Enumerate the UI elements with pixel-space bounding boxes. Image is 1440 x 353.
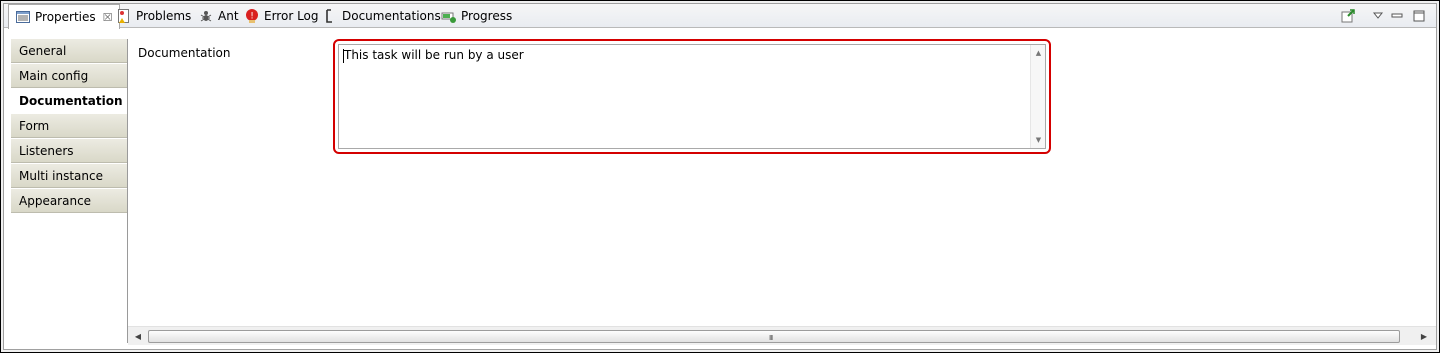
nav-item-label: Appearance — [19, 193, 92, 208]
horizontal-scrollbar[interactable]: ◀ III ▶ — [128, 326, 1436, 345]
pin-view-icon[interactable] — [1340, 8, 1356, 24]
scroll-right-arrow-icon[interactable]: ▶ — [1416, 327, 1432, 346]
nav-item-label: General — [19, 43, 67, 58]
tab-documentations[interactable]: Documentations — [322, 4, 441, 28]
scroll-left-arrow-icon[interactable]: ◀ — [130, 327, 146, 346]
documentation-label: Documentation — [138, 46, 231, 60]
documentations-icon — [322, 8, 338, 24]
maximize-icon[interactable] — [1411, 8, 1427, 24]
tab-label: Documentations — [342, 9, 441, 23]
nav-item-label: Documentation — [19, 93, 123, 108]
tab-label: Properties — [35, 10, 96, 24]
window-frame: Properties ☒ Problems Ant ! Error Log Do… — [0, 0, 1440, 353]
nav-item-main-config[interactable]: Main config — [11, 64, 127, 88]
documentation-highlight: This task will be run by a user ▲ ▼ — [333, 39, 1051, 154]
properties-sections-nav: General Main config Documentation Form L… — [11, 39, 128, 343]
tab-problems[interactable]: Problems — [116, 4, 191, 28]
tab-error-log[interactable]: ! Error Log — [244, 4, 319, 28]
tab-label: Problems — [136, 9, 192, 23]
minimize-icon[interactable] — [1389, 8, 1405, 24]
properties-icon — [15, 9, 31, 25]
nav-item-form[interactable]: Form — [11, 114, 127, 138]
problems-icon — [116, 8, 132, 24]
view-tab-bar: Properties ☒ Problems Ant ! Error Log Do… — [4, 4, 1436, 29]
documentation-text[interactable]: This task will be run by a user — [343, 48, 524, 63]
nav-item-appearance[interactable]: Appearance — [11, 189, 127, 213]
nav-item-listeners[interactable]: Listeners — [11, 139, 127, 163]
scroll-down-arrow-icon[interactable]: ▼ — [1031, 133, 1046, 147]
nav-item-label: Main config — [19, 68, 89, 83]
scroll-grip: III — [769, 334, 773, 342]
tab-ant[interactable]: Ant — [198, 4, 239, 28]
nav-item-general[interactable]: General — [11, 39, 127, 63]
nav-item-multi-instance[interactable]: Multi instance — [11, 164, 127, 188]
tab-label: Progress — [461, 9, 513, 23]
tab-progress[interactable]: Progress — [441, 4, 512, 28]
close-icon[interactable]: ☒ — [103, 11, 113, 24]
ant-icon — [198, 8, 214, 24]
properties-view: Properties ☒ Problems Ant ! Error Log Do… — [3, 3, 1437, 350]
tab-label: Error Log — [264, 9, 319, 23]
error-log-icon: ! — [244, 8, 260, 24]
nav-item-label: Listeners — [19, 143, 74, 158]
documentation-vertical-scrollbar[interactable]: ▲ ▼ — [1030, 45, 1045, 148]
nav-item-label: Form — [19, 118, 50, 133]
progress-icon — [441, 8, 457, 24]
documentation-textarea[interactable]: This task will be run by a user ▲ ▼ — [338, 44, 1046, 149]
nav-item-label: Multi instance — [19, 168, 103, 183]
tab-properties[interactable]: Properties ☒ — [8, 4, 120, 29]
nav-item-documentation[interactable]: Documentation — [11, 89, 127, 113]
scroll-up-arrow-icon[interactable]: ▲ — [1031, 46, 1046, 60]
horizontal-scroll-thumb[interactable]: III — [148, 330, 1400, 343]
view-menu-icon[interactable] — [1370, 8, 1386, 24]
tab-label: Ant — [218, 9, 239, 23]
